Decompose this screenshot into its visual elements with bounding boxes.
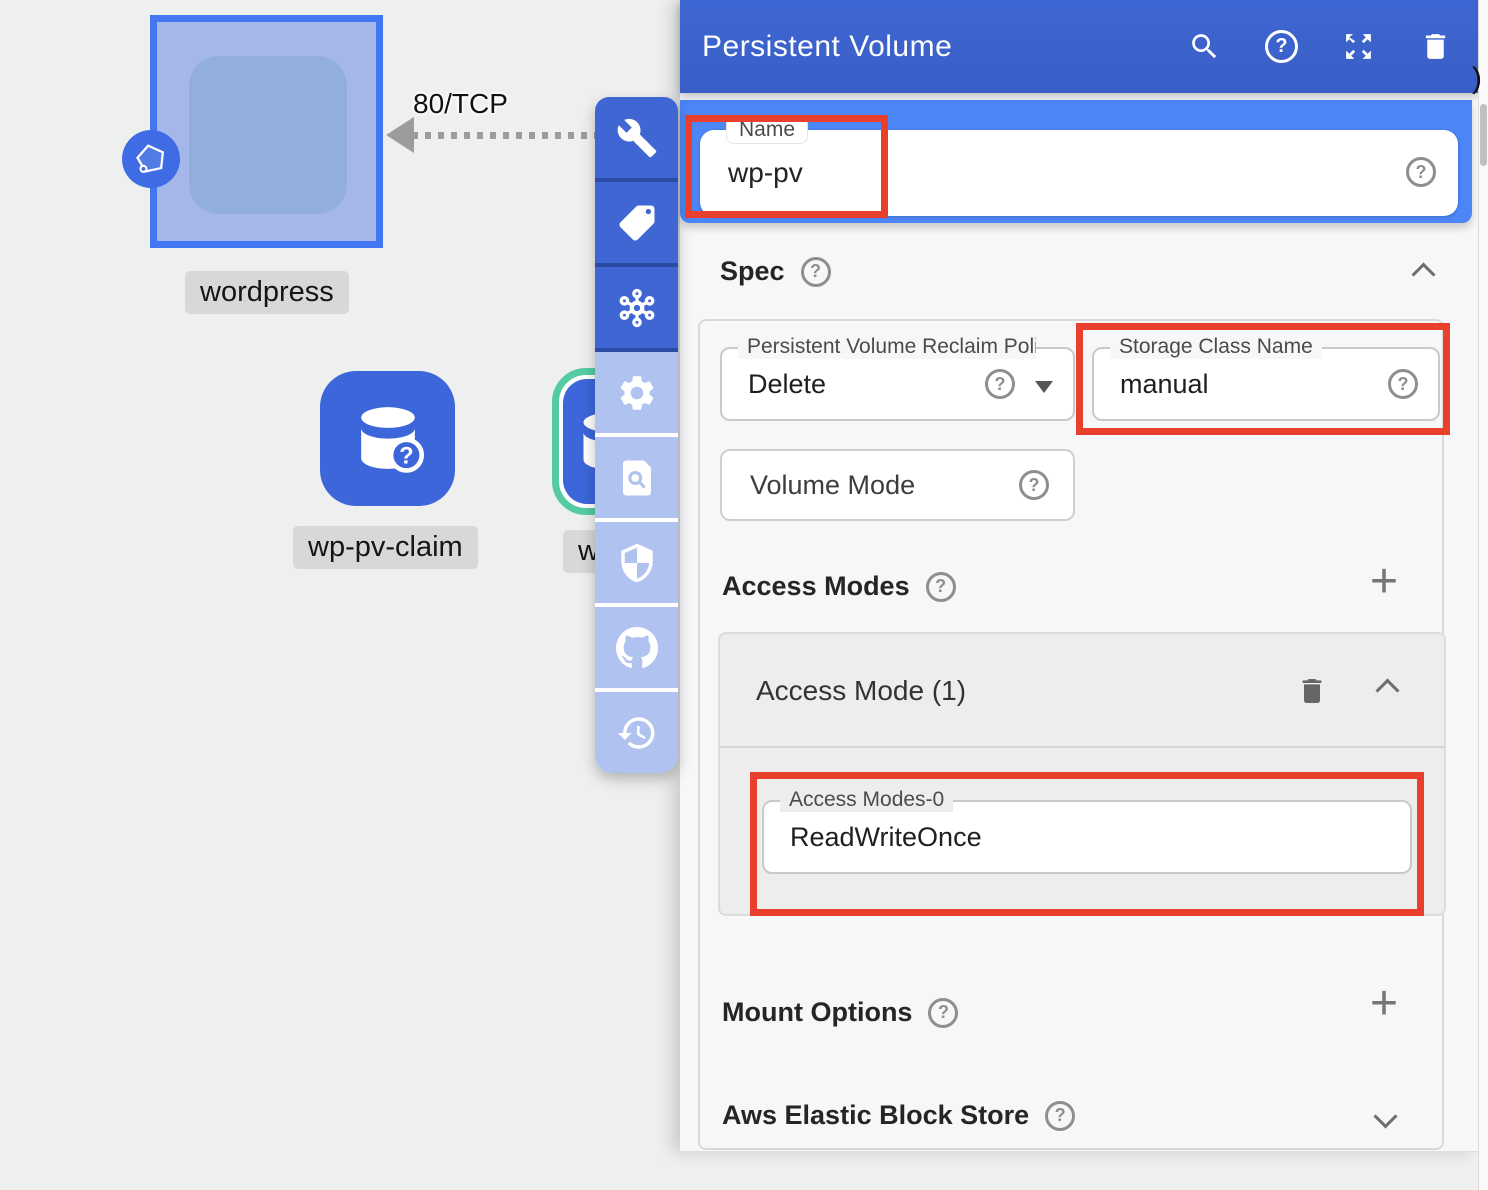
aws-ebs-heading: Aws Elastic Block Store ? [722,1100,1075,1131]
edge-port-label: 80/TCP [413,88,508,120]
dropdown-caret-icon[interactable] [1035,381,1053,393]
add-access-mode-button[interactable]: + [1370,567,1398,597]
expand-icon[interactable] [1342,30,1375,63]
node-toolbar [595,97,678,773]
help-icon[interactable]: ? [928,998,958,1028]
document-search-icon [616,457,658,499]
wrench-icon [616,117,658,159]
wordpress-node-label: wordpress [185,271,349,314]
wp-pv-claim-node[interactable]: ? [320,371,455,506]
spec-heading-label: Spec [720,256,785,287]
help-icon[interactable]: ? [1265,30,1298,63]
help-icon[interactable]: ? [801,257,831,287]
panel-title: Persistent Volume [680,30,952,64]
trash-icon [1296,674,1328,708]
toolbar-button-history[interactable] [595,692,678,773]
toolbar-button-tag[interactable] [595,182,678,267]
access-mode-card-header: Access Mode (1) [720,634,1444,748]
panel-header-actions: ? [1188,0,1452,93]
mount-options-heading-label: Mount Options [722,997,912,1028]
toolbar-button-hub[interactable] [595,267,678,352]
persistent-volume-panel: Persistent Volume ? Name wp-pv ? Spec ? … [680,0,1478,1152]
help-icon[interactable]: ? [985,369,1015,399]
help-icon[interactable]: ? [1406,157,1436,187]
svg-text:?: ? [399,442,414,469]
shield-icon [616,542,658,584]
spec-heading: Spec ? [720,256,831,287]
tag-icon [616,202,658,244]
wordpress-node-body [189,56,347,214]
help-icon[interactable]: ? [926,572,956,602]
scrollbar-track[interactable] [1478,0,1488,1190]
spec-collapse-chevron-icon[interactable] [1411,262,1435,286]
name-section: Name wp-pv ? [680,100,1472,223]
volume-mode-field[interactable]: Volume Mode ? [720,449,1075,521]
clipped-text: ) [1472,62,1482,96]
toolbar-button-shield[interactable] [595,522,678,607]
access-mode-card-title: Access Mode (1) [756,634,966,748]
edge-dotted-line[interactable] [412,132,610,139]
pod-badge[interactable] [122,130,180,188]
wp-pv-claim-node-label: wp-pv-claim [293,526,478,569]
access-mode-field[interactable]: Access Modes-0 ReadWriteOnce [762,800,1412,874]
scrollbar-thumb[interactable] [1480,104,1487,166]
trash-icon[interactable] [1419,30,1452,63]
mount-options-heading: Mount Options ? [722,997,958,1028]
access-mode-collapse-chevron-icon[interactable] [1375,678,1399,702]
access-mode-card: Access Mode (1) Access Modes-0 ReadWrite… [718,632,1446,916]
help-icon[interactable]: ? [1045,1101,1075,1131]
access-modes-heading: Access Modes ? [722,571,956,602]
panel-header: Persistent Volume ? [680,0,1478,93]
hub-icon [616,287,658,329]
edge-arrowhead [386,117,414,153]
aws-ebs-heading-label: Aws Elastic Block Store [722,1100,1029,1131]
aws-ebs-expand-chevron-icon[interactable] [1373,1104,1397,1128]
toolbar-button-preview[interactable] [595,437,678,522]
toolbar-button-gear[interactable] [595,352,678,437]
access-modes-heading-label: Access Modes [722,571,910,602]
search-icon[interactable] [1188,30,1221,63]
name-input[interactable]: Name wp-pv ? [700,130,1458,216]
history-icon [616,712,658,754]
github-icon [616,627,658,669]
spec-container: Persistent Volume Reclaim Poli… Delete ?… [698,319,1444,1150]
toolbar-button-wrench[interactable] [595,97,678,182]
reclaim-policy-value[interactable]: Delete [748,349,826,419]
access-mode-field-value[interactable]: ReadWriteOnce [790,802,982,872]
wordpress-node[interactable] [150,15,383,248]
reclaim-policy-field[interactable]: Persistent Volume Reclaim Poli… Delete ? [720,347,1075,421]
gear-icon [616,372,658,414]
help-icon[interactable]: ? [1019,470,1049,500]
pentagon-icon [126,134,176,184]
delete-access-mode-button[interactable] [1296,674,1328,713]
toolbar-button-github[interactable] [595,607,678,692]
highlight-rect-storage-class [1076,323,1450,435]
name-input-value[interactable]: wp-pv [728,130,803,216]
database-question-icon: ? [342,393,434,485]
add-mount-option-button[interactable]: + [1370,989,1398,1019]
volume-mode-label: Volume Mode [750,451,915,519]
